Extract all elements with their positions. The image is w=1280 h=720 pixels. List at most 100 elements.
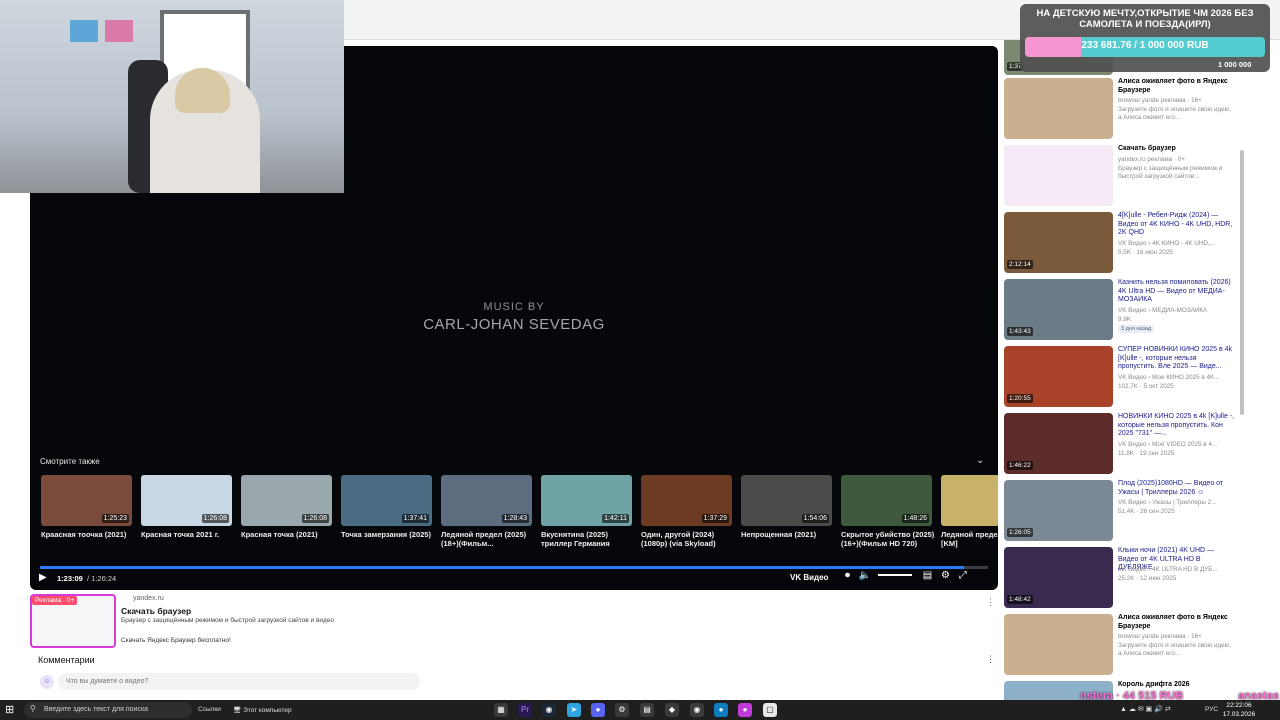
video-channel[interactable]: browser.yande реклама · 16+ — [1118, 633, 1236, 641]
steam-icon[interactable]: ◉ — [542, 703, 556, 717]
related-video-title[interactable]: Красная точка (2021) — [241, 530, 335, 539]
video-title[interactable]: НОВИНКИ КИНО 2025 в 4k [K]ulle -, которы… — [1118, 413, 1236, 439]
video-thumbnail[interactable]: 1:26:08 — [241, 475, 332, 526]
video-title[interactable]: Плод (2025)1080HD — Видео от Ужасы | Три… — [1118, 480, 1236, 497]
more-options-icon[interactable]: ⋮ — [986, 654, 995, 665]
video-thumbnail[interactable]: 1:26:08 — [141, 475, 232, 526]
sidebar-video[interactable]: 2:12:14 4[K]ulle - Ребел-Ридж (2024) — Ви… — [1004, 212, 1240, 276]
video-stats: 102,7K · 5 окт 2025 — [1118, 382, 1174, 390]
volume-slider[interactable] — [878, 574, 913, 577]
related-video-title[interactable]: Вкуснятина (2025) триллер Германия — [541, 530, 635, 548]
related-video-title[interactable]: Ледяной предел (2025) [KM] — [941, 530, 998, 548]
video-stats: 25,2K · 12 июн 2025 — [1118, 575, 1177, 582]
video-thumbnail[interactable]: 1:37:41 — [341, 475, 432, 526]
taskbar-search[interactable]: ⚲ Введите здесь текст для поиска — [24, 702, 192, 718]
related-video-title[interactable]: Непрощенная (2021) — [741, 530, 835, 539]
progress-bar[interactable] — [40, 566, 988, 569]
video-channel[interactable]: VK Видео › Мое КИНО 2025 в 4К... — [1118, 374, 1236, 382]
ad-cta-link[interactable]: Скачать Яндекс Браузер бесплатно! — [121, 637, 231, 644]
related-video-title[interactable]: Краасная тоочка (2021) — [41, 530, 135, 539]
video-thumbnail[interactable]: 1:25:23 — [41, 475, 132, 526]
sidebar-video[interactable]: 1:48:42 Клыки ночи (2021) 4K UHD — Видео … — [1004, 547, 1240, 611]
video-channel[interactable]: VK Видео › Моё VIDEO 2025 в 4... — [1118, 441, 1236, 449]
telegram-icon[interactable]: ➤ — [567, 703, 581, 717]
sidebar-video[interactable]: 1:43:43 Казнить нельзя помиловать (2026) … — [1004, 279, 1240, 343]
video-thumbnail[interactable] — [1004, 78, 1113, 139]
video-title[interactable]: Алиса оживляет фото в Яндекс Браузере — [1118, 78, 1236, 95]
video-thumbnail[interactable]: 1:26:05 — [1004, 480, 1113, 541]
video-title[interactable]: Алиса оживляет фото в Яндекс Браузере — [1118, 614, 1236, 631]
clock-time[interactable]: 22:22:06 — [1224, 702, 1254, 709]
video-title[interactable]: Скачать браузер — [1118, 145, 1236, 154]
ad-title[interactable]: Скачать браузер — [121, 606, 191, 616]
notes-icon[interactable]: ▢ — [763, 703, 777, 717]
discord-icon[interactable]: ● — [591, 703, 605, 717]
obs-icon[interactable]: ◉ — [690, 703, 704, 717]
volume-icon[interactable]: 🔈 — [859, 570, 871, 581]
taskbar-links-toolbar[interactable]: Ссылки — [198, 706, 221, 713]
video-channel[interactable]: browser.yande реклама · 16+ — [1118, 97, 1236, 105]
edge-icon[interactable]: ● — [714, 703, 728, 717]
video-thumbnail[interactable]: 1:28:43 — [441, 475, 532, 526]
related-video-title[interactable]: Красная точка 2021 г. — [141, 530, 235, 539]
sidebar-ad[interactable]: Алиса оживляет фото в Яндекс Браузере bro… — [1004, 614, 1240, 678]
video-channel[interactable]: VK Видео › 4K ULTRA HD В ДУБ... — [1118, 566, 1236, 574]
video-thumbnail[interactable]: 1:54:06 — [741, 475, 832, 526]
gear-icon[interactable]: ⚙ — [615, 703, 629, 717]
taskbar-this-pc[interactable]: 🖥 Этот компьютер — [233, 706, 292, 714]
related-video-title[interactable]: Ледяной предел (2025) (18+)(Фильм... — [441, 530, 535, 548]
progress-fill — [40, 566, 965, 569]
browser-icon[interactable]: ● — [738, 703, 752, 717]
ad-domain[interactable]: yandex.ru — [133, 595, 164, 602]
more-options-icon[interactable]: ⋮ — [986, 597, 995, 608]
play-icon[interactable]: ▶ — [39, 572, 47, 583]
video-thumbnail[interactable]: 1:43:43 — [1004, 279, 1113, 340]
sidebar-video[interactable]: 1:20:55 СУПЕР НОВИНКИ КИНО 2025 в 4k [K]u… — [1004, 346, 1240, 410]
video-thumbnail[interactable] — [1004, 145, 1113, 206]
language-indicator[interactable]: РУС — [1205, 706, 1218, 713]
video-thumbnail[interactable] — [1004, 614, 1113, 675]
video-duration: 1:48:42 — [1007, 595, 1033, 604]
ad-banner[interactable]: Реклама · 0+ yandex.ru Скачать браузер Б… — [30, 594, 998, 650]
related-video-title[interactable]: Один, другой (2024) (1080p) (via Skyload… — [641, 530, 735, 548]
video-title[interactable]: СУПЕР НОВИНКИ КИНО 2025 в 4k [K]ulle -, … — [1118, 346, 1236, 372]
premiere-icon[interactable]: Pr — [518, 703, 532, 717]
calculator-icon[interactable]: ▦ — [494, 703, 508, 717]
fullscreen-icon[interactable]: ⤢ — [959, 570, 967, 581]
video-thumbnail[interactable] — [941, 475, 998, 526]
video-thumbnail[interactable]: 1:48:26 — [841, 475, 932, 526]
subtitles-icon[interactable]: ▤ — [923, 570, 932, 581]
this-pc-label: Этот компьютер — [243, 707, 292, 714]
clock-date[interactable]: 17.03.2026 — [1222, 711, 1256, 718]
video-channel[interactable]: VK Видео › МЕДИА-МОЗАИКА — [1118, 307, 1236, 315]
related-video-title[interactable]: Точка замерзания (2025) — [341, 530, 435, 539]
vk-video-logo[interactable]: VK Видео — [790, 573, 828, 582]
settings-icon[interactable]: ⚙ — [941, 570, 950, 581]
system-tray[interactable]: ▲ ☁ ✉ ▣ 🔊 ⇄ — [1120, 705, 1171, 713]
windows-start-icon[interactable]: ⊞ — [5, 703, 14, 716]
sidebar-video[interactable]: 1:46:22 НОВИНКИ КИНО 2025 в 4k [K]ulle -,… — [1004, 413, 1240, 477]
video-channel[interactable]: VK Видео › Ужасы | Триллеры 2... — [1118, 499, 1236, 507]
video-title[interactable]: Казнить нельзя помиловать (2026) 4K Ultr… — [1118, 279, 1236, 305]
video-title[interactable]: 4[K]ulle - Ребел-Ридж (2024) — Видео от … — [1118, 212, 1236, 238]
comment-input[interactable] — [58, 673, 420, 690]
sidebar-ad[interactable]: Алиса оживляет фото в Яндекс Браузере bro… — [1004, 78, 1240, 142]
media-icon[interactable]: ▤ — [640, 703, 654, 717]
sidebar-ad[interactable]: Скачать браузер yandex.ru реклама · 0+ Бра… — [1004, 145, 1240, 209]
chevron-down-icon[interactable]: ⌄ — [976, 455, 984, 466]
app-icon[interactable]: ◆ — [665, 703, 679, 717]
video-thumbnail[interactable]: 1:46:22 — [1004, 413, 1113, 474]
video-thumbnail[interactable]: 1:48:42 — [1004, 547, 1113, 608]
video-channel[interactable]: VK Видео › 4K КИНО - 4K UHD,... — [1118, 240, 1236, 248]
related-video-title[interactable]: Скрытое убийство (2025) (16+)(Фильм HD 7… — [841, 530, 935, 548]
video-thumbnail[interactable]: 2:12:14 — [1004, 212, 1113, 273]
sidebar-video[interactable]: 1:26:05 Плод (2025)1080HD — Видео от Ужас… — [1004, 480, 1240, 544]
video-thumbnail[interactable]: 1:42:11 — [541, 475, 632, 526]
video-thumbnail[interactable]: 1:20:55 — [1004, 346, 1113, 407]
video-thumbnail[interactable]: 1:37:29 — [641, 475, 732, 526]
video-title[interactable]: Король дрифта 2026 — [1118, 681, 1236, 690]
scrollbar[interactable] — [1240, 150, 1244, 415]
video-duration: 1:28:43 — [501, 514, 529, 523]
autoplay-toggle-icon[interactable]: ⏺ — [845, 570, 850, 581]
video-channel[interactable]: yandex.ru реклама · 0+ — [1118, 156, 1236, 164]
